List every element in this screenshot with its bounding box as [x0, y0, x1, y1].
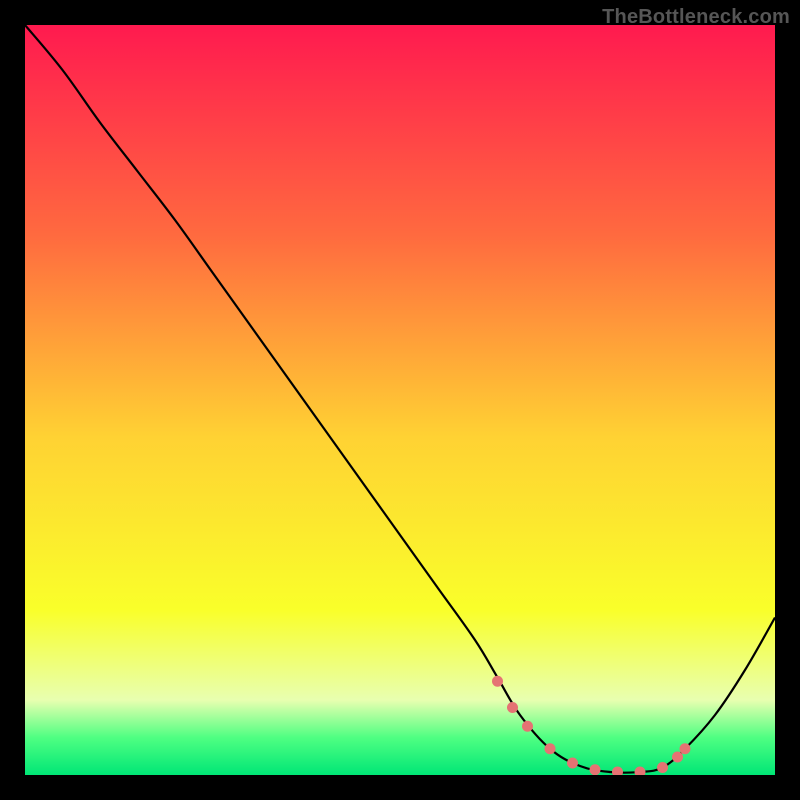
chart-svg: [25, 25, 775, 775]
chart-container: TheBottleneck.com: [0, 0, 800, 800]
marker-point: [672, 752, 683, 763]
plot-area: [25, 25, 775, 775]
gradient-background: [25, 25, 775, 775]
marker-point: [567, 758, 578, 769]
marker-point: [657, 762, 668, 773]
marker-point: [545, 743, 556, 754]
marker-point: [522, 721, 533, 732]
marker-point: [590, 764, 601, 775]
marker-point: [680, 743, 691, 754]
marker-point: [492, 676, 503, 687]
marker-point: [507, 702, 518, 713]
